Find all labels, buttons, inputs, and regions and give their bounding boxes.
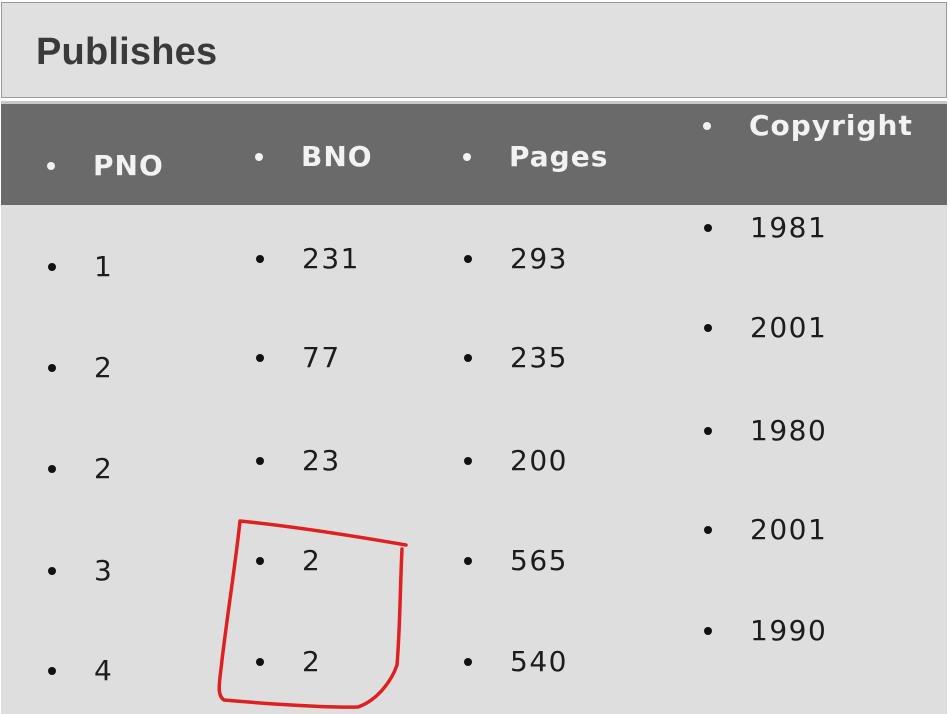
cell-value: 3 (94, 554, 114, 587)
table-cell: 4 (48, 655, 113, 687)
bullet-icon (704, 324, 712, 332)
bullet-icon (48, 667, 56, 675)
bullet-icon (703, 122, 711, 130)
table-cell: 2 (48, 352, 113, 384)
cell-value: 2 (94, 351, 114, 384)
bullet-icon (463, 153, 471, 161)
bullet-icon (256, 658, 264, 666)
bullet-icon (464, 457, 472, 465)
bullet-icon (48, 465, 56, 473)
bullet-icon (704, 224, 712, 232)
cell-value: 4 (94, 654, 114, 687)
cell-value: 2 (94, 452, 114, 485)
bullet-icon (256, 557, 264, 565)
table-cell: 293 (464, 243, 568, 275)
bullet-icon (464, 557, 472, 565)
cell-value: 23 (302, 444, 341, 477)
cell-value: 235 (510, 341, 568, 374)
table-cell: 1990 (704, 615, 827, 647)
column-header-copyright: Copyright (703, 110, 913, 142)
table-cell: 3 (48, 555, 113, 587)
title-panel: Publishes (1, 2, 947, 98)
table-cell: 77 (256, 342, 341, 374)
cell-value: 1990 (750, 614, 828, 647)
table-cell: 1980 (704, 415, 827, 447)
cell-value: 293 (510, 242, 568, 275)
bullet-icon (464, 354, 472, 362)
bullet-icon (48, 567, 56, 575)
column-header-label: PNO (93, 149, 164, 182)
table-cell: 200 (464, 445, 568, 477)
bullet-icon (255, 153, 263, 161)
column-header-label: BNO (301, 140, 373, 173)
bullet-icon (47, 162, 55, 170)
table-cell: 231 (256, 243, 360, 275)
bullet-icon (256, 354, 264, 362)
cell-value: 77 (302, 341, 341, 374)
bullet-icon (704, 427, 712, 435)
cell-value: 1980 (750, 414, 828, 447)
cell-value: 231 (302, 242, 360, 275)
bullet-icon (256, 255, 264, 263)
cell-value: 2 (302, 544, 322, 577)
table-cell: 2001 (704, 514, 827, 546)
bullet-icon (464, 255, 472, 263)
cell-value: 2001 (750, 311, 828, 344)
table-cell: 2001 (704, 312, 827, 344)
publishes-page: Publishes PNO BNO Pages Copyright 1 231 … (0, 0, 950, 714)
column-header-label: Pages (509, 140, 609, 173)
cell-value: 200 (510, 444, 568, 477)
table-cell: 540 (464, 646, 568, 678)
cell-value: 1981 (750, 211, 828, 244)
bullet-icon (48, 364, 56, 372)
column-header-label: Copyright (749, 109, 913, 142)
table-cell: 2 (256, 646, 321, 678)
bullet-icon (704, 627, 712, 635)
page-title: Publishes (36, 31, 218, 73)
bullet-icon (464, 658, 472, 666)
bullet-icon (704, 526, 712, 534)
table-cell: 235 (464, 342, 568, 374)
table-cell: 1 (48, 251, 113, 283)
cell-value: 565 (510, 544, 568, 577)
cell-value: 1 (94, 250, 114, 283)
bullet-icon (256, 457, 264, 465)
bullet-icon (48, 263, 56, 271)
table-cell: 2 (256, 545, 321, 577)
cell-value: 540 (510, 645, 568, 678)
cell-value: 2 (302, 645, 322, 678)
table-cell: 1981 (704, 212, 827, 244)
table-cell: 23 (256, 445, 341, 477)
cell-value: 2001 (750, 513, 828, 546)
table-cell: 565 (464, 545, 568, 577)
column-header-pages: Pages (463, 141, 608, 173)
table-cell: 2 (48, 453, 113, 485)
column-header-pno: PNO (47, 150, 164, 182)
column-header-bno: BNO (255, 141, 373, 173)
